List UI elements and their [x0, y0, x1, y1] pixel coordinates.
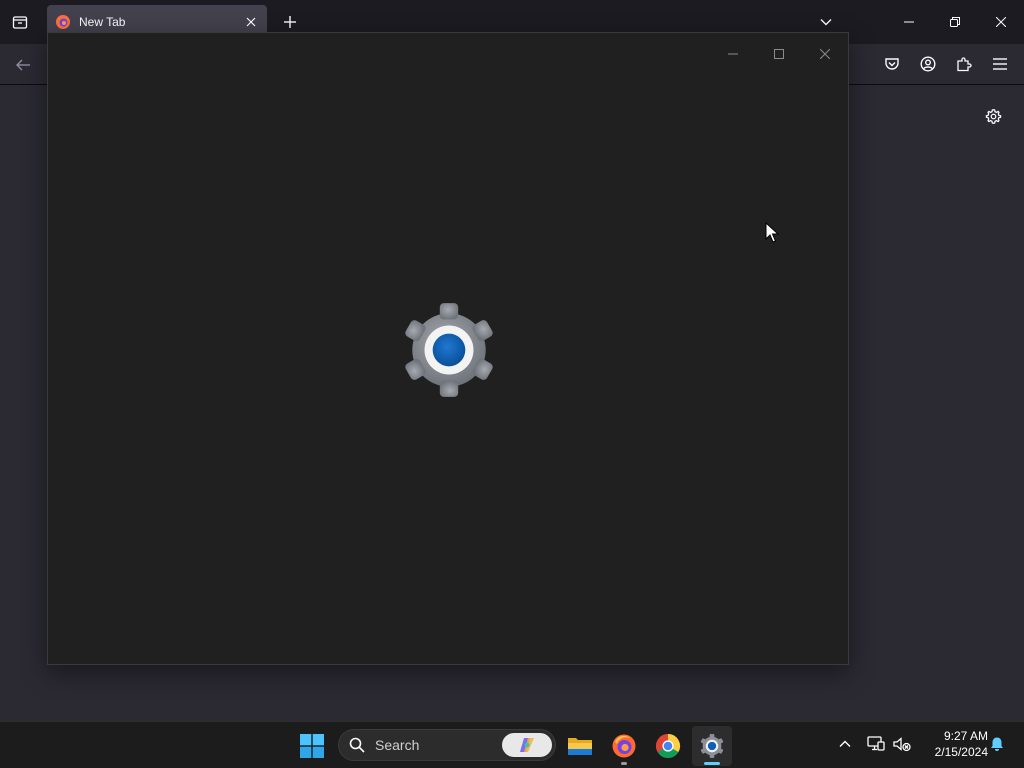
windows-logo-icon: [300, 734, 324, 758]
network-icon[interactable]: [866, 734, 886, 754]
running-indicator: [621, 762, 627, 765]
tab-title: New Tab: [79, 15, 126, 29]
taskbar: Search 9:27 AM 2/15/2024: [0, 721, 1024, 768]
minimize-icon[interactable]: [886, 0, 932, 44]
taskbar-settings[interactable]: [692, 726, 732, 766]
settings-minimize-icon[interactable]: [710, 39, 756, 69]
search-icon: [349, 737, 365, 753]
settings-window[interactable]: [47, 32, 849, 665]
copilot-icon: [520, 738, 534, 752]
tab-list-chevron-down-icon[interactable]: [814, 10, 838, 34]
account-icon[interactable]: [915, 51, 941, 77]
tab-close-icon[interactable]: [239, 10, 263, 34]
pocket-icon[interactable]: [879, 51, 905, 77]
show-hidden-icons-chevron-up-icon[interactable]: [835, 734, 855, 754]
search-highlight-icon[interactable]: [502, 733, 552, 757]
close-window-icon[interactable]: [978, 0, 1024, 44]
firefox-favicon-icon: [56, 15, 70, 29]
file-explorer-icon: [568, 738, 592, 755]
back-arrow-icon[interactable]: [10, 52, 36, 78]
chrome-icon: [655, 733, 681, 759]
taskbar-clock[interactable]: 9:27 AM 2/15/2024: [918, 728, 988, 760]
taskbar-file-explorer[interactable]: [560, 726, 600, 766]
firefox-icon: [612, 734, 636, 758]
taskbar-search-box[interactable]: Search: [338, 729, 556, 761]
tab-overview-icon[interactable]: [8, 10, 32, 34]
mouse-cursor-icon: [765, 222, 779, 243]
settings-maximize-icon[interactable]: [756, 39, 802, 69]
taskbar-firefox[interactable]: [604, 726, 644, 766]
page-settings-gear-icon[interactable]: [980, 103, 1006, 129]
taskbar-chrome[interactable]: [648, 726, 688, 766]
settings-icon: [700, 734, 724, 758]
active-indicator: [704, 762, 720, 765]
settings-gear-icon: [403, 303, 495, 397]
volume-muted-icon[interactable]: [892, 734, 912, 754]
new-tab-button[interactable]: [278, 10, 302, 34]
notification-bell-icon[interactable]: [987, 734, 1007, 754]
restore-icon[interactable]: [932, 0, 978, 44]
settings-close-icon[interactable]: [802, 39, 848, 69]
clock-time: 9:27 AM: [943, 729, 988, 743]
extensions-puzzle-icon[interactable]: [951, 51, 977, 77]
start-button[interactable]: [292, 726, 332, 766]
clock-date: 2/15/2024: [934, 745, 988, 759]
hamburger-menu-icon[interactable]: [987, 51, 1013, 77]
search-label: Search: [375, 737, 420, 753]
